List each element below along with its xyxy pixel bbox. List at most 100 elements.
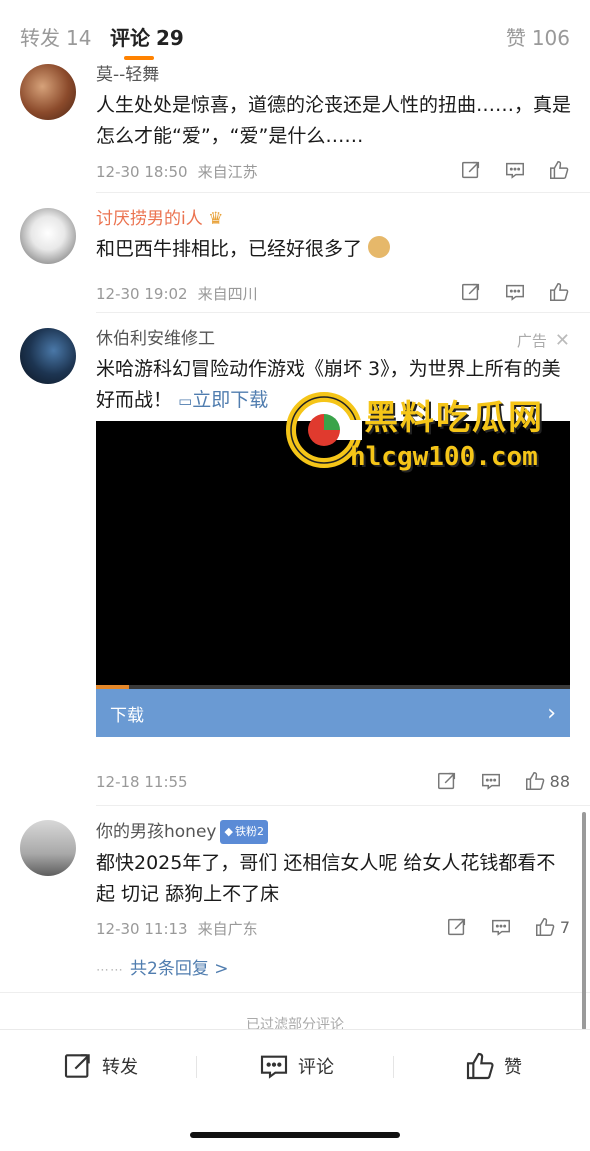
view-replies-link[interactable]: ⋯⋯ 共2条回复 > [96,954,228,979]
comment-divider [96,312,590,313]
ad-time: 12-18 11:55 [96,773,188,791]
avatar[interactable] [20,328,76,384]
like-button[interactable]: 88 [524,770,570,792]
like-button[interactable]: 7 [534,916,570,938]
reply-button[interactable] [480,770,502,792]
comment-username-text: 你的男孩honey [96,822,217,842]
active-tab-indicator [124,56,154,60]
comment-actions: 7 [424,916,570,938]
comment-text-body: 都快2025年了，哥们 还相信女人呢 给女人花钱都看不起 切记 舔狗上不了床 [96,852,556,905]
comment-actions [438,159,570,181]
ad-item: 休伯利安维修工 米哈游科幻冒险动作游戏《崩坏 3》，为世界上所有的美好而战！ ▭… [0,314,590,806]
tab-likes-label: 赞 [505,26,526,50]
repost-button[interactable] [446,916,468,938]
thumbs-up-icon [525,772,544,790]
close-icon[interactable]: ✕ [555,330,570,351]
dog-emoji-icon [368,236,391,258]
comment-actions [438,281,570,303]
ad-tag[interactable]: 广告 ✕ [517,330,570,351]
repost-button[interactable] [460,281,482,303]
comment-time: 12-30 18:50 [96,163,188,181]
ad-actions: 88 [414,770,570,792]
fan-badge[interactable]: ◆ 铁粉2 [220,820,268,844]
comment-meta: 12-30 11:13 来自广东 [96,918,258,939]
bottom-repost-label: 转发 [102,1057,138,1078]
tab-comments-label: 评论 [110,26,150,50]
ad-download-bar[interactable]: 下载 › [96,689,570,737]
tab-comments-count: 29 [156,26,184,50]
reply-button[interactable] [504,281,526,303]
like-count: 88 [549,771,570,791]
home-indicator[interactable] [190,1132,400,1138]
scrollbar[interactable] [582,812,586,1030]
comment-location: 来自江苏 [197,163,258,181]
comment-icon [491,919,510,936]
bottom-like-label: 赞 [504,1057,522,1078]
like-button[interactable] [548,159,570,181]
avatar[interactable] [20,208,76,264]
share-icon [64,1054,90,1078]
comment-item: 讨厌捞男的i人 ♛ 和巴西牛排相比，已经好很多了 12-30 19:02 来自四川 [0,194,590,314]
comment-meta: 12-30 19:02 来自四川 [96,283,258,304]
thumbs-up-icon [535,918,555,936]
bottom-comment-button[interactable]: 评论 [258,1050,334,1082]
bottom-separator [393,1056,394,1078]
comment-text-body: 和巴西牛排相比，已经好很多了 [96,238,363,260]
tab-repost[interactable]: 转发 14 [20,22,91,51]
comment-location: 来自广东 [197,920,258,938]
watermark-url: hlcgw100.com [350,442,538,472]
thumbs-up-icon [550,161,569,179]
comment-time: 12-30 19:02 [96,285,188,303]
bottom-repost-button[interactable]: 转发 [62,1050,138,1082]
bottom-separator [196,1056,197,1078]
section-divider [0,992,590,993]
repost-button[interactable] [460,159,482,181]
chevron-right-icon: › [547,700,556,726]
comment-item: 莫--轻舞 人生处处是惊喜，道德的沦丧还是人性的扭曲……，真是怎么才能“爱”，“… [0,64,590,194]
tab-comments[interactable]: 评论 29 [110,22,184,51]
like-button[interactable] [548,281,570,303]
comment-username[interactable]: 莫--轻舞 [96,64,572,86]
avatar[interactable] [20,64,76,120]
watermark: 黑料吃瓜网 hlcgw100.com [286,390,576,480]
share-icon [437,772,455,790]
ad-download-label: 下载 [110,705,144,726]
comment-username[interactable]: 讨厌捞男的i人 ♛ [96,208,572,230]
like-count: 7 [559,917,570,937]
repost-button[interactable] [436,770,458,792]
ad-username[interactable]: 休伯利安维修工 [96,328,572,350]
download-link-icon: ▭ [178,392,193,410]
comment-username[interactable]: 你的男孩honey ◆ 铁粉2 [96,820,572,844]
view-replies-label: 共2条回复 > [130,959,229,979]
tab-likes-count: 106 [531,26,570,50]
comment-icon [506,284,524,301]
tab-likes[interactable]: 赞 106 [506,22,570,51]
bottom-comment-label: 评论 [298,1057,334,1078]
comment-text: 都快2025年了，哥们 还相信女人呢 给女人花钱都看不起 切记 舔狗上不了床 [96,848,572,910]
tab-repost-count: 14 [66,26,92,50]
ad-download-link-label: 立即下载 [192,389,269,411]
comment-username-text: 讨厌捞男的i人 [96,209,203,229]
share-icon [462,283,480,301]
diamond-icon: ◆ [224,825,233,838]
ad-download-link[interactable]: ▭立即下载 [178,389,268,411]
comment-icon [481,773,500,790]
tab-repost-label: 转发 [20,26,60,50]
crown-icon: ♛ [208,209,224,229]
comment-icon [260,1055,288,1079]
comment-meta: 12-30 18:50 来自江苏 [96,161,258,182]
comment-time: 12-30 11:13 [96,920,188,938]
reply-button[interactable] [504,159,526,181]
comment-location: 来自四川 [197,285,258,303]
comment-text: 人生处处是惊喜，道德的沦丧还是人性的扭曲……，真是怎么才能“爱”，“爱”是什么…… [96,94,572,147]
comment-tabs: 转发 14 评论 29 赞 106 [0,0,590,64]
bottom-like-button[interactable]: 赞 [464,1050,522,1082]
avatar[interactable] [20,820,76,876]
comment-text: 和巴西牛排相比，已经好很多了 [96,234,572,265]
share-icon [462,161,480,179]
watermark-title: 黑料吃瓜网 [364,398,544,438]
comment-icon [506,162,524,179]
thumbs-up-icon [550,283,569,301]
reply-button[interactable] [490,916,512,938]
comment-divider [96,192,590,193]
